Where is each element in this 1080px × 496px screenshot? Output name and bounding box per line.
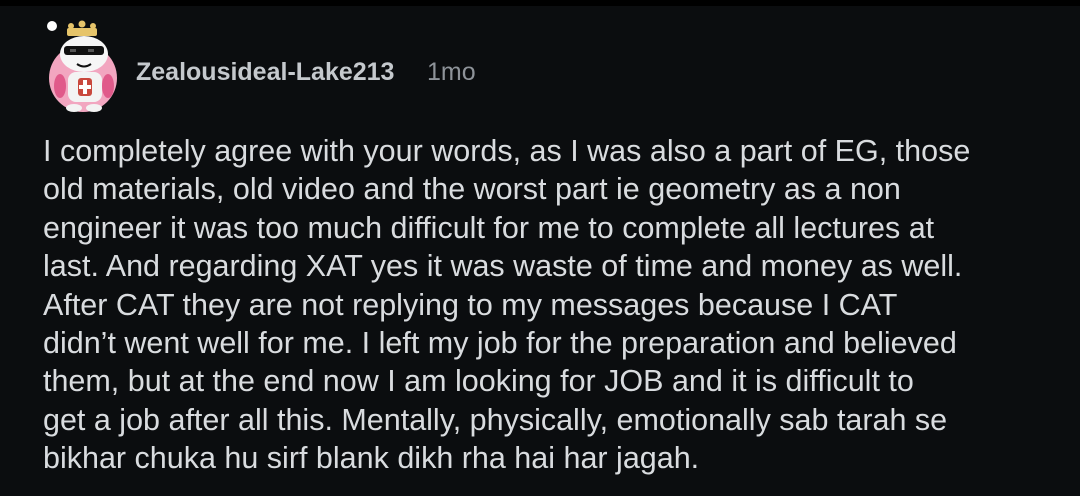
comment-author[interactable]: Zealousideal-Lake213 [136,58,394,87]
comment-age: 1mo [427,58,476,86]
comment-line: get a job after all this. Mentally, phys… [43,402,948,437]
comment-line: last. And regarding XAT yes it was waste… [43,249,963,284]
comment-line: didn’t went well for me. I left my job f… [43,326,957,361]
comment-line: I completely agree with your words, as I… [43,134,971,168]
comment-line: After CAT they are not replying to my me… [43,287,898,322]
comment-card: Zealousideal-Lake213 1mo I completely ag… [0,6,1080,496]
comment-body: I completely agree with your words, as I… [43,132,1063,478]
comment-line: engineer it was too much difficult for m… [43,210,935,245]
comment-line: old materials, old video and the worst p… [43,172,901,207]
comment-line: them, but at the end now I am looking fo… [43,364,914,399]
screen: Zealousideal-Lake213 1mo I completely ag… [0,0,1080,496]
avatar[interactable] [44,20,122,116]
comment-line: bikhar chuka hu sirf blank dikh rha hai … [43,441,700,476]
